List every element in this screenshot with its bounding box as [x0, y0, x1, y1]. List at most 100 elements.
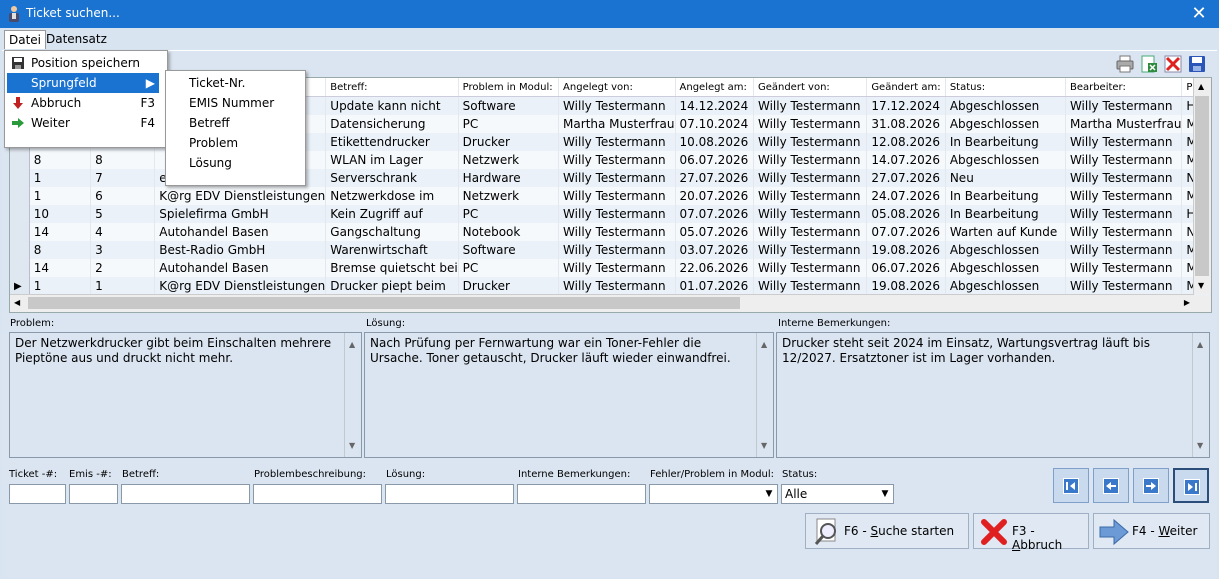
scroll-down-icon[interactable]: ▼	[1198, 281, 1204, 290]
table-cell[interactable]: PC	[458, 259, 560, 277]
menu-datensatz[interactable]: Datensatz	[42, 30, 111, 48]
table-cell[interactable]: Willy Testermann	[558, 205, 676, 223]
table-row[interactable]: 8 3 Best-Radio GmbH Warenwirtschaft Software…	[10, 241, 1211, 259]
table-cell[interactable]: Bremse quietscht bei	[325, 259, 459, 277]
table-cell[interactable]: 5	[90, 205, 156, 223]
emis-filter-input[interactable]	[69, 484, 118, 504]
table-cell[interactable]: 31.08.2026	[866, 115, 946, 133]
column-header[interactable]: Angelegt am:	[675, 78, 754, 97]
table-cell[interactable]: Willy Testermann	[1065, 205, 1183, 223]
column-header[interactable]: Status:	[945, 78, 1066, 97]
grid-vertical-scrollbar[interactable]: ▲ ▼	[1193, 78, 1211, 294]
table-cell[interactable]: 19.08.2026	[866, 277, 946, 295]
cancel-button[interactable]: F3 - Abbruch	[973, 513, 1089, 552]
table-cell[interactable]: Abgeschlossen	[945, 96, 1066, 115]
table-cell[interactable]: Software	[458, 241, 560, 259]
table-cell[interactable]: 14.07.2026	[866, 151, 946, 169]
table-cell[interactable]: Willy Testermann	[753, 133, 868, 151]
table-cell[interactable]: 01.07.2026	[675, 277, 754, 295]
table-cell[interactable]: Drucker	[458, 277, 560, 295]
table-cell[interactable]: 20.07.2026	[675, 187, 754, 205]
table-cell[interactable]: Willy Testermann	[1065, 277, 1183, 295]
table-cell[interactable]: Gangschaltung	[325, 223, 459, 241]
table-cell[interactable]: 27.07.2026	[866, 169, 946, 187]
close-button[interactable]: ✕	[1179, 0, 1219, 28]
row-indicator[interactable]	[10, 187, 30, 205]
table-cell[interactable]: In Bearbeitung	[945, 205, 1066, 223]
table-cell[interactable]: Abgeschlossen	[945, 151, 1066, 169]
table-cell[interactable]: Abgeschlossen	[945, 241, 1066, 259]
scroll-thumb[interactable]	[1195, 96, 1209, 276]
table-row[interactable]: 14 2 Autohandel Basen Bremse quietscht bei P…	[10, 259, 1211, 277]
table-cell[interactable]: Willy Testermann	[753, 187, 868, 205]
table-cell[interactable]: 27.07.2026	[675, 169, 754, 187]
table-cell[interactable]: Willy Testermann	[558, 241, 676, 259]
table-cell[interactable]: Serverschrank	[325, 169, 459, 187]
table-cell[interactable]: Willy Testermann	[753, 223, 868, 241]
table-cell[interactable]: 14.12.2024	[675, 96, 754, 115]
table-cell[interactable]: Willy Testermann	[753, 205, 868, 223]
table-cell[interactable]: 07.10.2024	[675, 115, 754, 133]
table-cell[interactable]: 7	[90, 169, 156, 187]
table-row[interactable]: 10 5 Spielefirma GmbH Kein Zugriff auf PC Wil…	[10, 205, 1211, 223]
submenu-item-problem[interactable]: Problem	[189, 133, 238, 153]
intern-memo[interactable]: Drucker steht seit 2024 im Einsatz, Wart…	[776, 332, 1210, 458]
table-cell[interactable]: 03.07.2026	[675, 241, 754, 259]
table-cell[interactable]: Abgeschlossen	[945, 259, 1066, 277]
betreff-filter-input[interactable]	[121, 484, 250, 504]
table-cell[interactable]: Software	[458, 96, 560, 115]
menu-datei[interactable]: Datei	[4, 30, 47, 49]
table-cell[interactable]: Netzwerk	[458, 151, 560, 169]
table-cell[interactable]: K@rg EDV Dienstleistungen	[154, 277, 327, 295]
save-icon[interactable]	[1187, 54, 1207, 74]
column-header[interactable]: Geändert am:	[866, 78, 946, 97]
column-header[interactable]: Bearbeiter:	[1065, 78, 1183, 97]
table-cell[interactable]: PC	[458, 205, 560, 223]
submenu-item-emis-nummer[interactable]: EMIS Nummer	[189, 93, 274, 113]
table-cell[interactable]: Drucker	[458, 133, 560, 151]
table-cell[interactable]: 3	[90, 241, 156, 259]
submenu-item-loesung[interactable]: Lösung	[189, 153, 232, 173]
table-cell[interactable]: 17.12.2024	[866, 96, 946, 115]
table-cell[interactable]: 1	[29, 277, 92, 295]
table-cell[interactable]: 8	[90, 151, 156, 169]
modul-filter-select[interactable]: ▼	[649, 484, 778, 504]
table-cell[interactable]: 07.07.2026	[675, 205, 754, 223]
intern-scrollbar[interactable]: ▲ ▼	[1192, 333, 1209, 457]
row-indicator[interactable]: ▶	[10, 277, 30, 295]
menu-item-position-speichern[interactable]: Position speichern	[7, 53, 159, 73]
scroll-up-icon[interactable]: ▲	[1198, 82, 1204, 91]
table-cell[interactable]: 10.08.2026	[675, 133, 754, 151]
table-cell[interactable]: Willy Testermann	[558, 96, 676, 115]
row-indicator[interactable]	[10, 151, 30, 169]
table-cell[interactable]: Willy Testermann	[558, 277, 676, 295]
table-cell[interactable]: Etikettendrucker	[325, 133, 459, 151]
table-cell[interactable]: Willy Testermann	[1065, 241, 1183, 259]
loesung-scrollbar[interactable]: ▲ ▼	[756, 333, 773, 457]
column-header[interactable]: Geändert von:	[753, 78, 868, 97]
table-cell[interactable]: Netzwerk	[458, 187, 560, 205]
table-cell[interactable]: 1	[29, 169, 92, 187]
table-cell[interactable]: 1	[29, 187, 92, 205]
table-cell[interactable]: Abgeschlossen	[945, 115, 1066, 133]
table-cell[interactable]: Willy Testermann	[1065, 151, 1183, 169]
problem-memo[interactable]: Der Netzwerkdrucker gibt beim Einschalte…	[9, 332, 362, 458]
table-row[interactable]: 14 4 Autohandel Basen Gangschaltung Notebook…	[10, 223, 1211, 241]
table-cell[interactable]: Willy Testermann	[1065, 223, 1183, 241]
scroll-left-icon[interactable]: ◀	[14, 298, 20, 307]
chevron-down-icon[interactable]: ▼	[761, 485, 777, 503]
table-cell[interactable]: Abgeschlossen	[945, 277, 1066, 295]
table-cell[interactable]: K@rg EDV Dienstleistungen	[154, 187, 327, 205]
table-cell[interactable]: Datensicherung	[325, 115, 459, 133]
table-cell[interactable]: Best-Radio GmbH	[154, 241, 327, 259]
table-cell[interactable]: Kein Zugriff auf	[325, 205, 459, 223]
table-cell[interactable]: Warenwirtschaft	[325, 241, 459, 259]
row-indicator[interactable]	[10, 223, 30, 241]
submenu-item-ticket-nr[interactable]: Ticket-Nr.	[189, 73, 245, 93]
table-cell[interactable]: 4	[90, 223, 156, 241]
column-header[interactable]: Problem in Modul:	[458, 78, 560, 97]
table-cell[interactable]: PC	[458, 115, 560, 133]
last-record-button[interactable]	[1173, 468, 1209, 503]
menu-item-sprungfeld[interactable]: Sprungfeld ▶	[7, 73, 159, 93]
problem-scrollbar[interactable]: ▲ ▼	[344, 333, 361, 457]
